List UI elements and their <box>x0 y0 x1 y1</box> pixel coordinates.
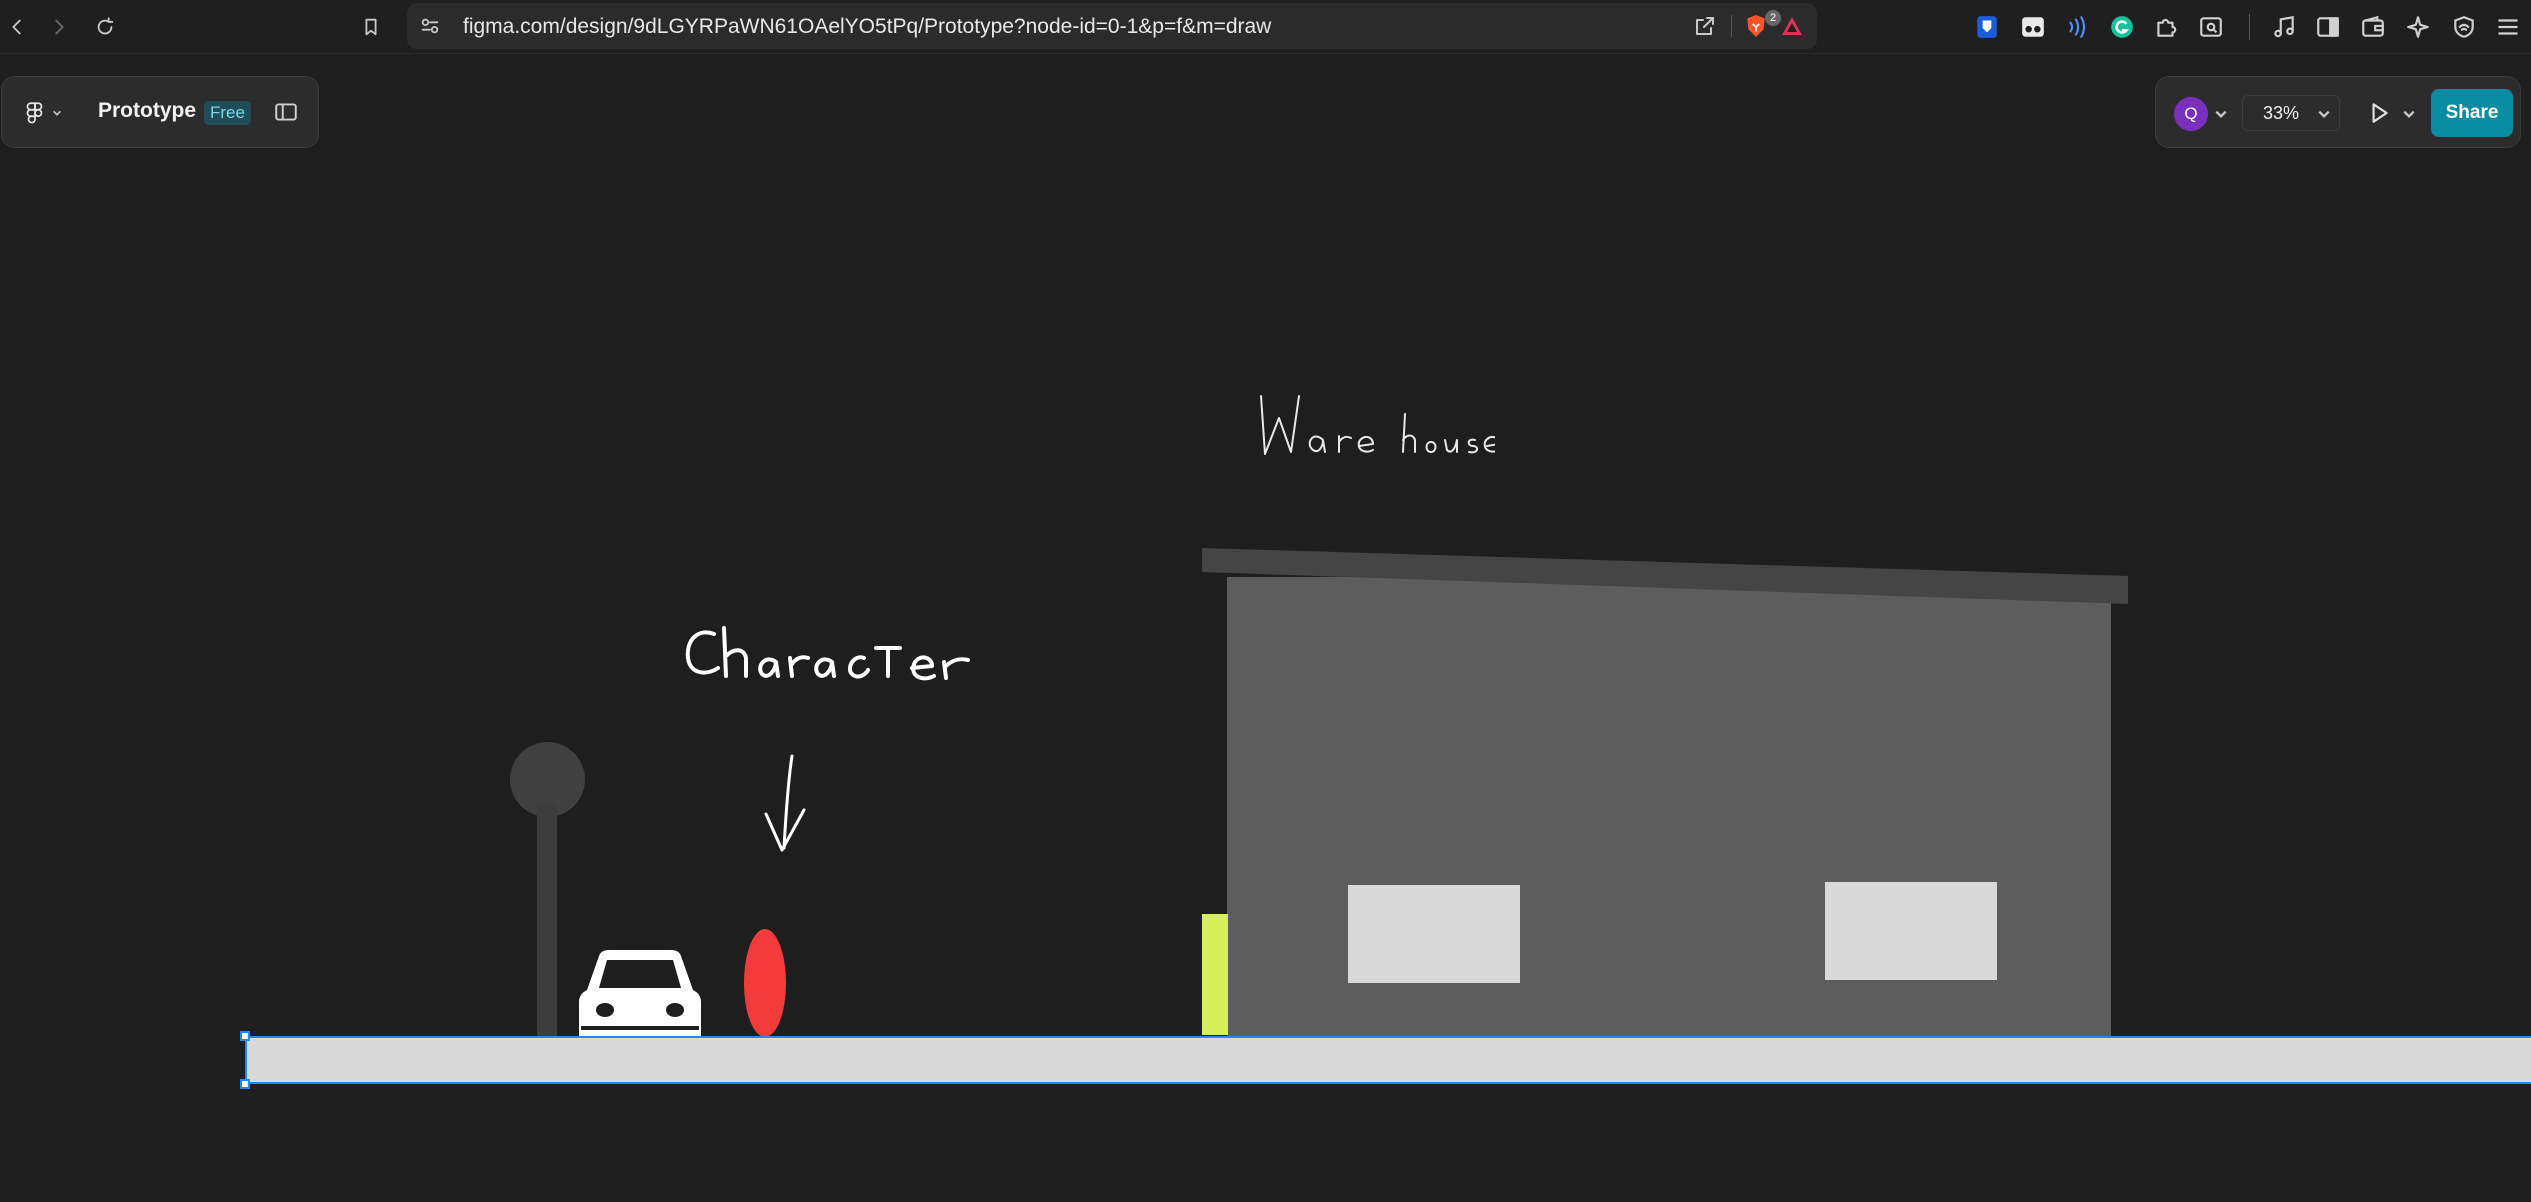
toolbar-right-panel: Q 33% Share <box>2155 76 2521 148</box>
extensions-divider <box>2249 14 2250 40</box>
sidebar-icon[interactable] <box>2314 13 2342 41</box>
file-panel: Prototype Free <box>1 76 319 148</box>
browser-toolbar: figma.com/design/9dLGYRPaWN61OAelYO5tPq/… <box>0 0 2531 54</box>
warehouse-window-right[interactable] <box>1825 882 1997 980</box>
wallet-icon[interactable] <box>2359 13 2387 41</box>
avatar[interactable]: Q <box>2174 97 2208 131</box>
leo-ai-icon[interactable] <box>2404 13 2432 41</box>
main-menu-button[interactable] <box>24 99 72 127</box>
vpn-icon[interactable] <box>2450 13 2478 41</box>
plan-badge[interactable]: Free <box>204 101 251 125</box>
bitwarden-icon[interactable] <box>1973 13 2001 41</box>
chevron-down-icon <box>53 110 61 116</box>
warehouse-roof[interactable] <box>1200 546 2130 606</box>
character-shape[interactable] <box>744 929 786 1037</box>
address-bar[interactable]: figma.com/design/9dLGYRPaWN61OAelYO5tPq/… <box>407 3 1817 49</box>
sidebar-toggle-icon[interactable] <box>272 99 300 125</box>
warehouse-window-left[interactable] <box>1348 885 1520 983</box>
url-divider <box>1731 15 1732 37</box>
site-settings-icon[interactable] <box>419 15 441 37</box>
ground-rectangle[interactable] <box>245 1036 2531 1084</box>
extension-glasses-icon[interactable] <box>2019 13 2047 41</box>
arrow-down-icon[interactable] <box>760 752 810 856</box>
chevron-down-icon[interactable] <box>2402 107 2416 121</box>
media-playlist-icon[interactable] <box>2270 13 2298 41</box>
street-lamp-pole[interactable] <box>537 803 557 1036</box>
extension-grammarly-icon[interactable] <box>2108 13 2136 41</box>
brave-rewards-icon[interactable] <box>1779 14 1805 38</box>
zoom-value: 33% <box>2263 103 2300 123</box>
car-icon[interactable] <box>577 948 703 1046</box>
reload-icon[interactable] <box>88 10 122 44</box>
warehouse-building[interactable] <box>1227 577 2111 1063</box>
zoom-dropdown[interactable]: 33% <box>2242 95 2340 131</box>
back-icon[interactable] <box>0 10 34 44</box>
selection-handle-bottom-left[interactable] <box>240 1079 250 1089</box>
warehouse-label[interactable] <box>1255 388 1495 468</box>
share-button[interactable]: Share <box>2431 89 2513 137</box>
extensions-puzzle-icon[interactable] <box>2152 13 2180 41</box>
chevron-down-icon[interactable] <box>2214 107 2228 121</box>
share-page-icon[interactable] <box>1693 14 1717 38</box>
character-label[interactable] <box>680 618 980 694</box>
reader-mode-icon[interactable] <box>2197 13 2225 41</box>
extension-wave-icon[interactable] <box>2063 13 2091 41</box>
menu-icon[interactable] <box>2494 13 2522 41</box>
forward-icon[interactable] <box>42 10 76 44</box>
warehouse-door-sign[interactable] <box>1202 914 1228 1035</box>
bookmark-icon[interactable] <box>354 10 388 44</box>
url-text[interactable]: figma.com/design/9dLGYRPaWN61OAelYO5tPq/… <box>463 15 1271 39</box>
file-title[interactable]: Prototype <box>98 99 196 123</box>
selection-handle-top-left[interactable] <box>240 1031 250 1041</box>
chevron-down-icon <box>2318 110 2330 118</box>
present-play-icon[interactable] <box>2366 99 2392 127</box>
figma-logo-icon <box>26 102 43 124</box>
